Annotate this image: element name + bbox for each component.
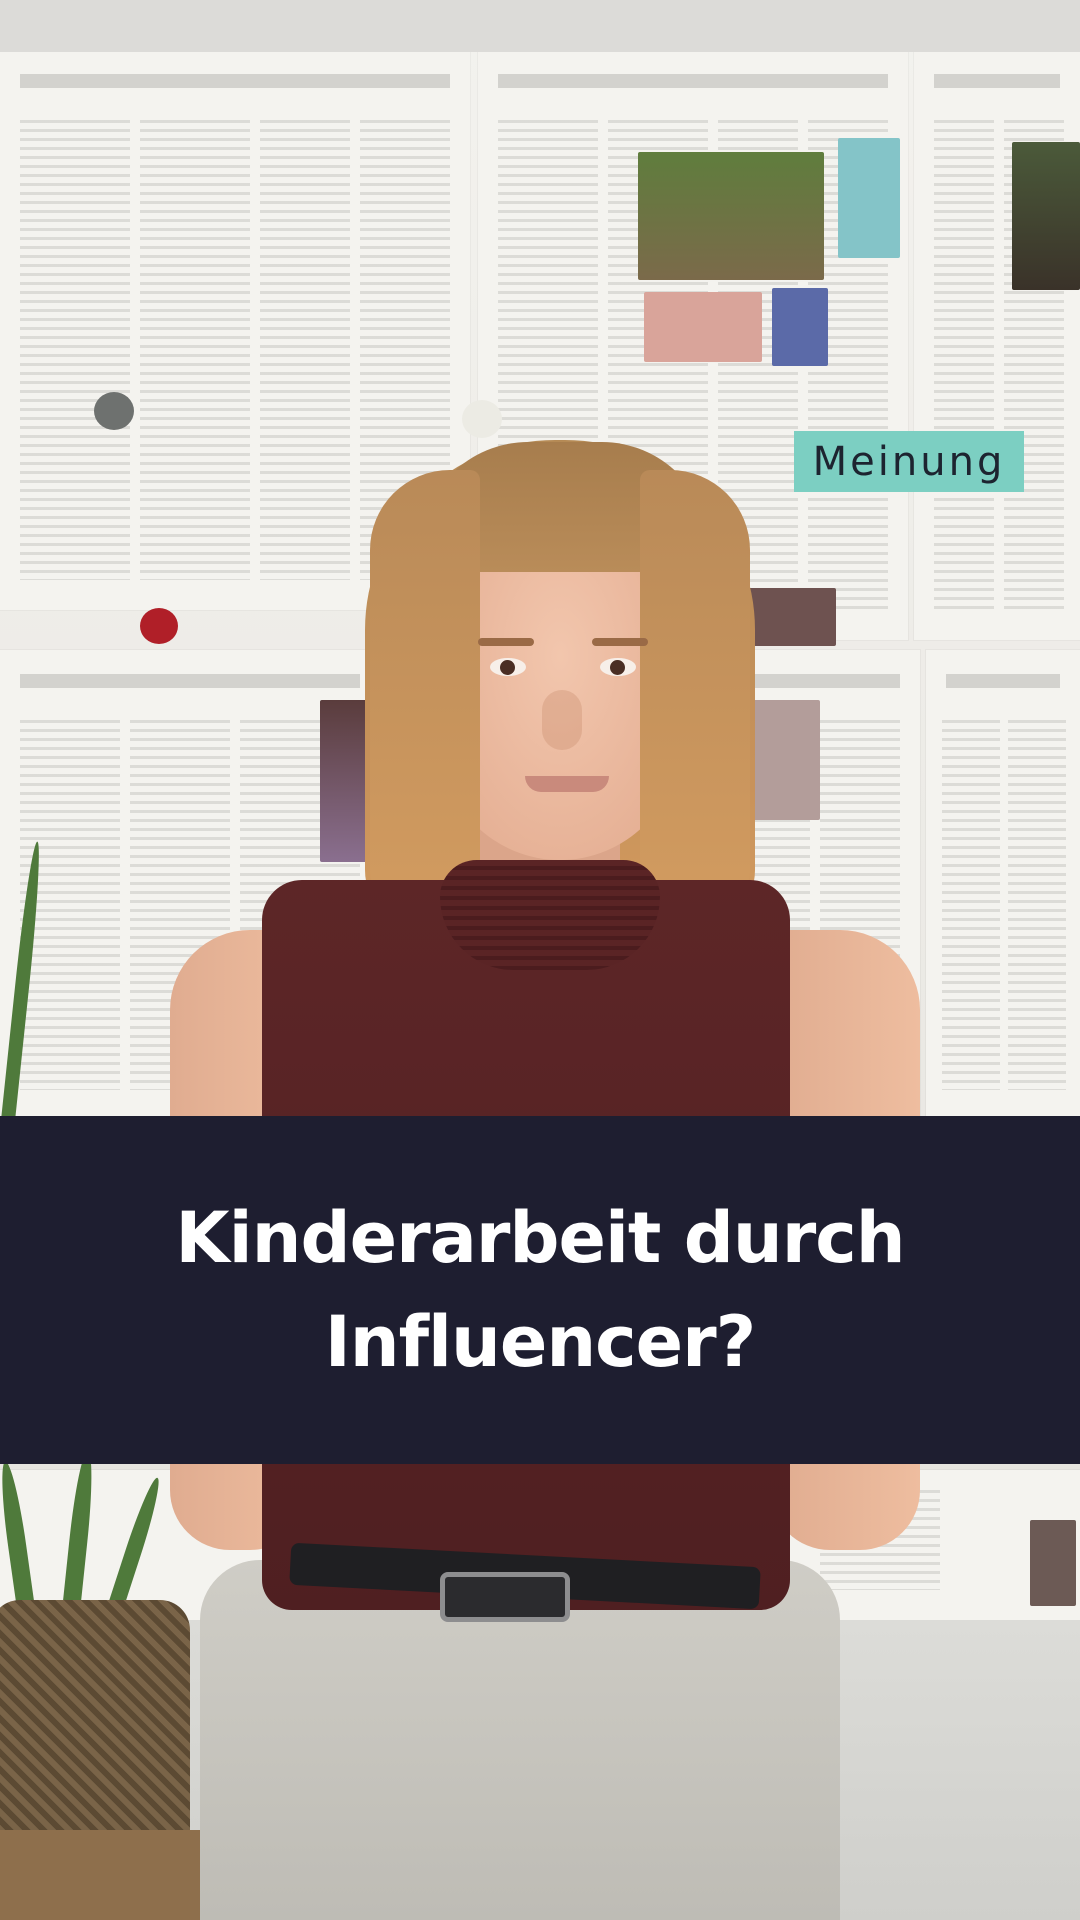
eyebrow [592, 638, 648, 646]
title-line: Influencer? [324, 1301, 757, 1383]
category-tag: Meinung [794, 431, 1024, 492]
title-line: Kinderarbeit durch [175, 1197, 905, 1279]
nose [542, 690, 582, 750]
presenter [0, 0, 1080, 1920]
belt-buckle [440, 1572, 570, 1622]
video-frame[interactable]: Meinung Kinderarbeit durch Influencer? [0, 0, 1080, 1920]
eye [600, 658, 636, 676]
hair-right [640, 470, 750, 930]
eyebrow [478, 638, 534, 646]
mouth [525, 776, 609, 792]
eye [490, 658, 526, 676]
turtleneck-collar [440, 860, 660, 970]
title-banner: Kinderarbeit durch Influencer? [0, 1116, 1080, 1464]
hair-left [370, 470, 480, 930]
